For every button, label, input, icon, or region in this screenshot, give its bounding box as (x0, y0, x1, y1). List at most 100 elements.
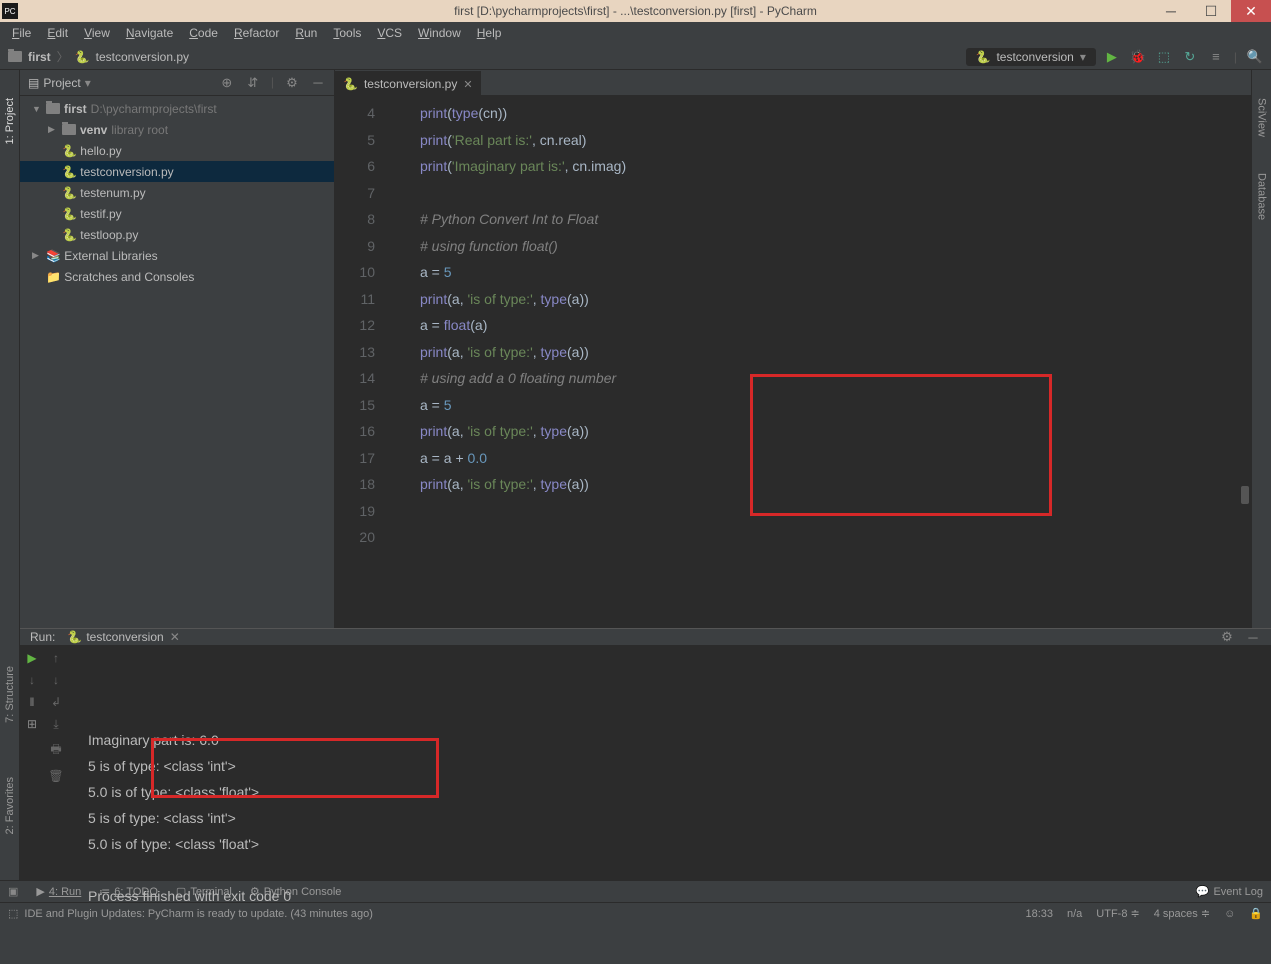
tree-scratches[interactable]: 📁 Scratches and Consoles (20, 266, 334, 287)
tree-file-testloop-py[interactable]: 🐍 testloop.py (20, 224, 334, 245)
collapse-icon[interactable]: ⇵ (245, 75, 261, 91)
tab-close-icon[interactable]: ✕ (463, 78, 472, 91)
editor-tab[interactable]: 🐍 testconversion.py ✕ (335, 71, 481, 95)
python-icon: 🐍 (75, 50, 90, 64)
structure-tab[interactable]: 7: Structure (2, 658, 18, 731)
code-line-12[interactable]: a = float(a) (390, 312, 1251, 339)
run-label: Run: (30, 630, 55, 644)
layout-icon[interactable]: ⊞ (27, 717, 37, 731)
menu-tools[interactable]: Tools (327, 24, 367, 42)
code-line-19[interactable] (390, 498, 1251, 525)
output-line (88, 857, 1251, 883)
code-line-20[interactable] (390, 524, 1251, 551)
code-line-15[interactable]: a = 5 (390, 392, 1251, 419)
pause-icon[interactable]: ‖ (30, 695, 35, 709)
python-icon: 🐍 (976, 50, 991, 64)
menu-navigate[interactable]: Navigate (120, 24, 179, 42)
hide-icon[interactable]: ─ (310, 75, 326, 91)
menu-file[interactable]: File (6, 24, 37, 42)
status-icon: ⬚ (8, 907, 18, 920)
scroll-icon[interactable]: ⤓ (53, 717, 58, 732)
tree-root[interactable]: ▼ first D:\pycharmprojects\first (20, 98, 334, 119)
code-line-13[interactable]: print(a, 'is of type:', type(a)) (390, 339, 1251, 366)
print-icon[interactable]: 🖶 (50, 740, 61, 761)
run-toolbar-secondary: ↑ ↓ ↲ ⤓ 🖶 🗑 (44, 645, 68, 913)
tree-file-testenum-py[interactable]: 🐍 testenum.py (20, 182, 334, 203)
menu-edit[interactable]: Edit (41, 24, 74, 42)
project-tool-tab[interactable]: 1: Project (2, 90, 18, 152)
search-button[interactable]: 🔍 (1247, 49, 1263, 65)
trash-icon[interactable]: 🗑 (48, 769, 63, 783)
code-line-9[interactable]: # using function float() (390, 233, 1251, 260)
code-line-7[interactable] (390, 180, 1251, 207)
line-gutter: 4567891011121314151617181920 (335, 96, 390, 628)
rerun-icon[interactable]: ▶ (27, 651, 36, 665)
favorites-tab[interactable]: 2: Favorites (2, 769, 18, 842)
maximize-button[interactable]: ☐ (1191, 0, 1231, 22)
breadcrumb-folder[interactable]: first (28, 50, 51, 64)
code-editor[interactable]: 4567891011121314151617181920 print(type(… (335, 96, 1251, 628)
profile-button[interactable]: ↻ (1182, 49, 1198, 65)
menu-view[interactable]: View (78, 24, 116, 42)
code-line-11[interactable]: print(a, 'is of type:', type(a)) (390, 286, 1251, 313)
window-title: first [D:\pycharmprojects\first] - ...\t… (454, 4, 817, 18)
project-view-icon: ▤ (28, 76, 39, 90)
tree-file-testif-py[interactable]: 🐍 testif.py (20, 203, 334, 224)
menu-bar: FileEditViewNavigateCodeRefactorRunTools… (0, 22, 1271, 44)
database-tab[interactable]: Database (1254, 165, 1270, 228)
tree-file-testconversion-py[interactable]: 🐍 testconversion.py (20, 161, 334, 182)
run-tab[interactable]: testconversion (86, 630, 163, 644)
menu-help[interactable]: Help (471, 24, 508, 42)
settings-icon[interactable]: ⚙ (284, 75, 300, 91)
down-icon[interactable]: ↓ (53, 673, 59, 687)
debug-button[interactable]: 🐞 (1130, 49, 1146, 65)
code-line-4[interactable]: print(type(cn)) (390, 100, 1251, 127)
breadcrumb[interactable]: first 〉 🐍 testconversion.py (8, 48, 189, 65)
tree-venv[interactable]: ▶ venv library root (20, 119, 334, 140)
code-line-10[interactable]: a = 5 (390, 259, 1251, 286)
app-logo: PC (2, 3, 18, 19)
menu-run[interactable]: Run (289, 24, 323, 42)
code-line-8[interactable]: # Python Convert Int to Float (390, 206, 1251, 233)
locate-icon[interactable]: ⊕ (219, 75, 235, 91)
tree-external[interactable]: ▶📚 External Libraries (20, 245, 334, 266)
sciview-tab[interactable]: SciView (1254, 90, 1270, 145)
minimize-button[interactable]: ─ (1151, 0, 1191, 22)
project-panel-title[interactable]: Project (43, 76, 80, 90)
right-tool-tabs: SciView Database (1251, 70, 1271, 628)
stop-icon[interactable]: ↓ (29, 673, 35, 687)
editor-area: 🐍 testconversion.py ✕ 456789101112131415… (335, 70, 1251, 628)
menu-vcs[interactable]: VCS (371, 24, 408, 42)
tree-file-hello-py[interactable]: 🐍 hello.py (20, 140, 334, 161)
coverage-button[interactable]: ⬚ (1156, 49, 1172, 65)
menu-window[interactable]: Window (412, 24, 467, 42)
run-config-selector[interactable]: 🐍 testconversion ▾ (966, 48, 1096, 66)
editor-scrollbar[interactable] (1241, 486, 1249, 504)
breadcrumb-file[interactable]: testconversion.py (96, 50, 189, 64)
run-hide-icon[interactable]: ─ (1245, 629, 1261, 645)
menu-code[interactable]: Code (183, 24, 224, 42)
tools-menu-icon[interactable]: ▣ (8, 885, 18, 898)
run-output[interactable]: Imaginary part is: 6.05 is of type: <cla… (68, 645, 1271, 913)
run-button[interactable]: ▶ (1104, 49, 1120, 65)
attach-button[interactable]: ≡ (1208, 49, 1224, 65)
code-line-6[interactable]: print('Imaginary part is:', cn.imag) (390, 153, 1251, 180)
run-settings-icon[interactable]: ⚙ (1219, 629, 1235, 645)
menu-refactor[interactable]: Refactor (228, 24, 285, 42)
left-tool-tabs: 1: Project (0, 70, 20, 628)
up-icon[interactable]: ↑ (53, 651, 59, 665)
run-tab-close-icon[interactable]: ✕ (170, 630, 180, 644)
python-icon: 🐍 (67, 630, 82, 644)
code-line-18[interactable]: print(a, 'is of type:', type(a)) (390, 471, 1251, 498)
code-line-17[interactable]: a = a + 0.0 (390, 445, 1251, 472)
wrap-icon[interactable]: ↲ (51, 695, 61, 709)
run-panel: Run: 🐍 testconversion ✕ ⚙ ─ ▶ ↓ ‖ ⊞ ↑ ↓ … (20, 628, 1271, 880)
code-line-16[interactable]: print(a, 'is of type:', type(a)) (390, 418, 1251, 445)
code-line-14[interactable]: # using add a 0 floating number (390, 365, 1251, 392)
close-button[interactable]: ✕ (1231, 0, 1271, 22)
left-lower-tabs: 7: Structure 2: Favorites (0, 628, 20, 880)
python-icon: 🐍 (343, 77, 358, 91)
code-line-5[interactable]: print('Real part is:', cn.real) (390, 127, 1251, 154)
project-panel: ▤ Project ▾ ⊕ ⇵ | ⚙ ─ ▼ first D:\pycharm… (20, 70, 335, 628)
project-tree[interactable]: ▼ first D:\pycharmprojects\first▶ venv l… (20, 96, 334, 289)
